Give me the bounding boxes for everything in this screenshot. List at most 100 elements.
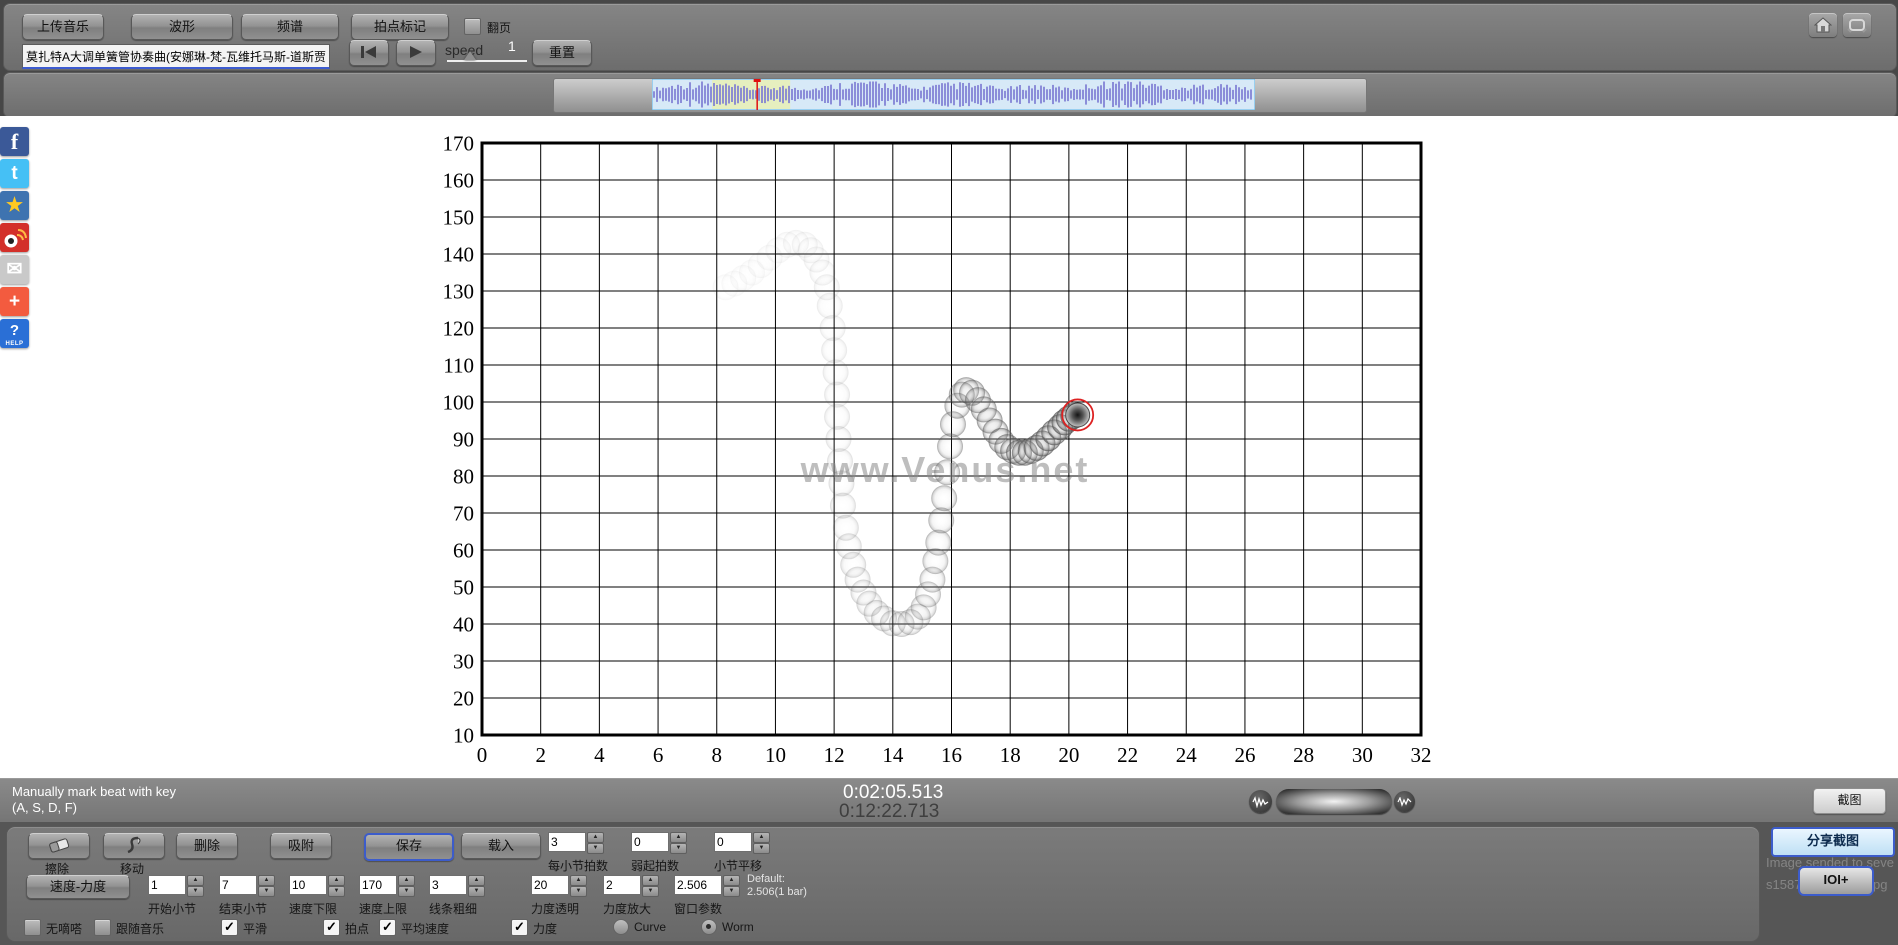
save-button[interactable]: 保存 xyxy=(364,833,454,861)
upload-music-button[interactable]: 上传音乐 xyxy=(22,14,104,40)
play-button[interactable] xyxy=(396,40,436,66)
pickup-beats-spinner-value[interactable] xyxy=(631,832,669,852)
share-screenshot-button[interactable]: 分享截图 xyxy=(1771,827,1895,857)
skip-start-button[interactable] xyxy=(349,40,389,66)
wave-icon-left[interactable] xyxy=(1249,790,1272,813)
ioi-plus-button[interactable]: IOI+ xyxy=(1798,866,1874,896)
bar-shift-spinner[interactable]: ▲▼ xyxy=(714,832,770,852)
dynamics-scale-spinner[interactable]: ▲▼ xyxy=(603,875,659,895)
bar-shift-spinner-value[interactable] xyxy=(714,832,752,852)
speed-min-spinner[interactable]: ▲▼ xyxy=(289,875,345,895)
dynamics-alpha-spinner-up[interactable]: ▲ xyxy=(570,875,587,886)
dynamics-scale-spinner-down[interactable]: ▼ xyxy=(642,886,659,897)
pickup-beats-spinner[interactable]: ▲▼ xyxy=(631,832,687,852)
worm-radio[interactable] xyxy=(701,919,717,935)
speed-min-spinner-label: 速度下限 xyxy=(289,900,337,917)
worm-head[interactable] xyxy=(1066,403,1090,427)
facebook-icon[interactable]: f xyxy=(0,127,29,156)
end-bar-spinner-down[interactable]: ▼ xyxy=(258,886,275,897)
svg-text:30: 30 xyxy=(453,649,474,673)
speed-min-spinner-down[interactable]: ▼ xyxy=(328,886,345,897)
bar-shift-spinner-down[interactable]: ▼ xyxy=(753,843,770,854)
reset-button[interactable]: 重置 xyxy=(532,40,592,66)
flip-page-checkbox[interactable] xyxy=(464,18,481,35)
start-bar-spinner[interactable]: ▲▼ xyxy=(148,875,204,895)
line-width-spinner-value[interactable] xyxy=(429,875,467,895)
waveform-strip[interactable] xyxy=(652,79,1255,110)
line-width-spinner-label: 线条粗细 xyxy=(429,900,477,917)
speed-slider-track[interactable] xyxy=(447,60,527,62)
smooth-checkbox-label: 平滑 xyxy=(243,920,267,937)
beat-points-checkbox[interactable]: ✓ xyxy=(323,919,340,936)
beats-per-bar-spinner-down[interactable]: ▼ xyxy=(587,843,604,854)
window-param-spinner-value[interactable] xyxy=(674,875,722,895)
line-width-spinner-down[interactable]: ▼ xyxy=(468,886,485,897)
dynamics-checkbox[interactable]: ✓ xyxy=(511,919,528,936)
pickup-beats-spinner-up[interactable]: ▲ xyxy=(670,832,687,843)
curve-radio[interactable] xyxy=(613,919,629,935)
start-bar-spinner-down[interactable]: ▼ xyxy=(187,886,204,897)
dynamics-alpha-spinner[interactable]: ▲▼ xyxy=(531,875,587,895)
speed-min-spinner-up[interactable]: ▲ xyxy=(328,875,345,886)
beats-per-bar-spinner-up[interactable]: ▲ xyxy=(587,832,604,843)
dynamics-alpha-spinner-down[interactable]: ▼ xyxy=(570,886,587,897)
beats-per-bar-spinner[interactable]: ▲▼ xyxy=(548,832,604,852)
status-line2: (A, S, D, F) xyxy=(12,800,77,815)
delete-button[interactable]: 删除 xyxy=(176,833,238,859)
line-width-spinner-up[interactable]: ▲ xyxy=(468,875,485,886)
beats-per-bar-spinner-value[interactable] xyxy=(548,832,586,852)
svg-text:160: 160 xyxy=(443,168,475,192)
waveform-outer-bar[interactable] xyxy=(553,78,1367,113)
snapshot-icon[interactable] xyxy=(1843,13,1871,37)
addthis-icon[interactable]: + xyxy=(0,287,29,316)
speed-slider-thumb[interactable] xyxy=(464,51,476,60)
twitter-icon[interactable]: t xyxy=(0,159,29,188)
waveform-button[interactable]: 波形 xyxy=(131,14,233,40)
svg-text:28: 28 xyxy=(1293,743,1314,767)
speed-max-spinner[interactable]: ▲▼ xyxy=(359,875,415,895)
speed-min-spinner-value[interactable] xyxy=(289,875,327,895)
help-icon[interactable]: ?HELP xyxy=(0,319,29,348)
window-param-spinner[interactable]: ▲▼ xyxy=(674,875,740,895)
speed-max-spinner-up[interactable]: ▲ xyxy=(398,875,415,886)
start-bar-spinner-value[interactable] xyxy=(148,875,186,895)
svg-text:40: 40 xyxy=(453,612,474,636)
no-tick-checkbox[interactable] xyxy=(24,919,41,936)
home-icon[interactable] xyxy=(1809,13,1837,37)
follow-music-checkbox[interactable] xyxy=(94,919,111,936)
erase-button[interactable] xyxy=(28,833,90,859)
average-speed-checkbox[interactable]: ✓ xyxy=(379,919,396,936)
line-width-spinner[interactable]: ▲▼ xyxy=(429,875,485,895)
spectrum-button[interactable]: 频谱 xyxy=(241,14,339,40)
snap-button[interactable]: 吸附 xyxy=(270,833,332,859)
svg-text:32: 32 xyxy=(1411,743,1432,767)
top-toolbar-panel: 上传音乐波形频谱拍点标记 翻页 speed 1 重置 xyxy=(3,3,1897,71)
speed-max-spinner-down[interactable]: ▼ xyxy=(398,886,415,897)
smooth-checkbox[interactable]: ✓ xyxy=(221,919,238,936)
wave-icon-right[interactable] xyxy=(1394,791,1415,812)
tempo-dynamics-button[interactable]: 速度-力度 xyxy=(26,875,130,899)
pickup-beats-spinner-down[interactable]: ▼ xyxy=(670,843,687,854)
dynamics-alpha-spinner-value[interactable] xyxy=(531,875,569,895)
start-bar-spinner-label: 开始小节 xyxy=(148,900,196,917)
bar-shift-spinner-up[interactable]: ▲ xyxy=(753,832,770,843)
start-bar-spinner-up[interactable]: ▲ xyxy=(187,875,204,886)
weibo-icon[interactable] xyxy=(0,223,29,252)
load-button[interactable]: 载入 xyxy=(461,833,541,859)
song-title-field[interactable] xyxy=(22,44,330,69)
beat-mark-button[interactable]: 拍点标记 xyxy=(351,14,449,40)
qzone-icon[interactable]: ★ xyxy=(0,191,29,220)
mail-icon[interactable]: ✉ xyxy=(0,255,29,284)
volume-slider[interactable] xyxy=(1276,789,1392,814)
end-bar-spinner-value[interactable] xyxy=(219,875,257,895)
end-bar-spinner-up[interactable]: ▲ xyxy=(258,875,275,886)
speed-max-spinner-value[interactable] xyxy=(359,875,397,895)
svg-text:130: 130 xyxy=(443,279,475,303)
window-param-spinner-down[interactable]: ▼ xyxy=(723,886,740,897)
end-bar-spinner[interactable]: ▲▼ xyxy=(219,875,275,895)
window-param-spinner-up[interactable]: ▲ xyxy=(723,875,740,886)
dynamics-scale-spinner-value[interactable] xyxy=(603,875,641,895)
move-button[interactable] xyxy=(103,833,165,859)
screenshot-button[interactable]: 截图 xyxy=(1813,788,1886,814)
dynamics-scale-spinner-up[interactable]: ▲ xyxy=(642,875,659,886)
